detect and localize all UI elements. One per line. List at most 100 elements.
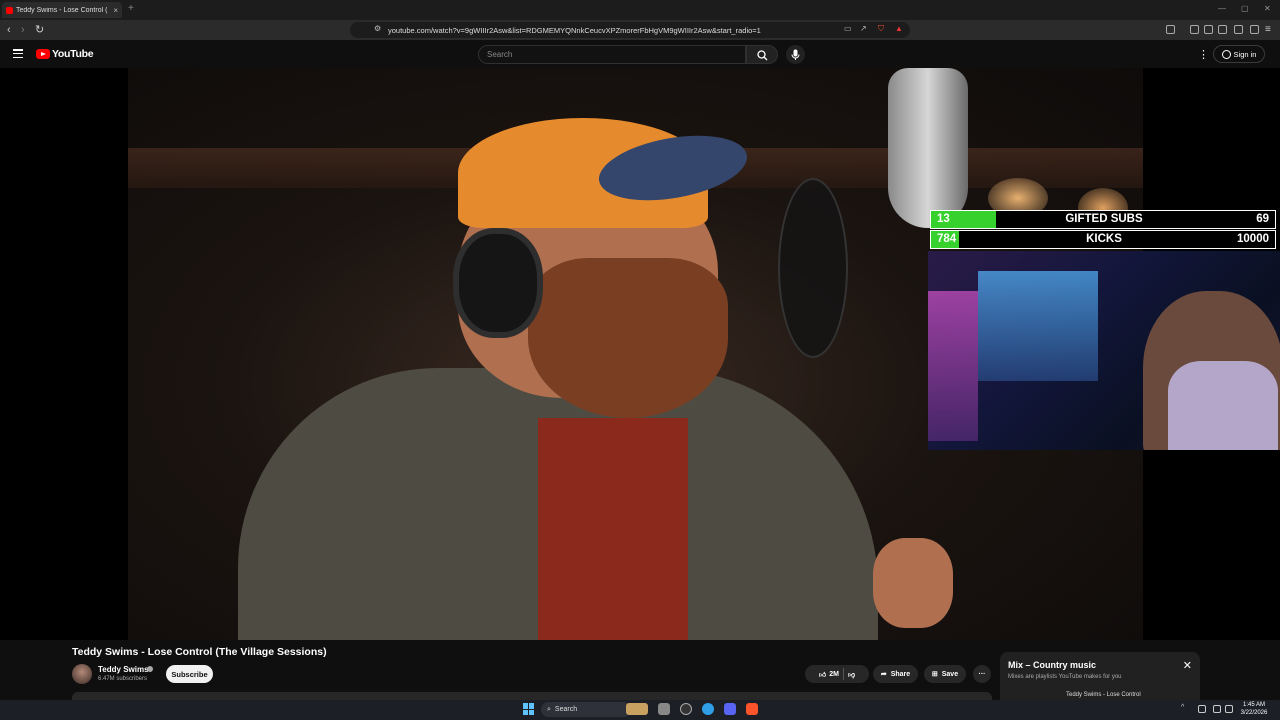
share-icon: ➦ xyxy=(880,671,887,678)
rgb-lighting xyxy=(928,291,978,441)
goal-label: GIFTED SUBS xyxy=(1065,213,1143,225)
window-close-icon[interactable]: ✕ xyxy=(1264,4,1271,13)
like-count: 2M xyxy=(829,670,839,678)
close-icon[interactable]: ✕ xyxy=(1183,659,1192,672)
streamer-shirt xyxy=(1168,361,1278,450)
leo-icon[interactable] xyxy=(1234,25,1243,34)
url-text: youtube.com/watch?v=9gWIIIr2Asw&list=RDG… xyxy=(388,25,761,35)
cast-icon[interactable]: ▭ xyxy=(844,24,852,33)
youtube-logo[interactable]: YouTube xyxy=(36,48,94,60)
channel-avatar[interactable] xyxy=(72,664,92,684)
save-button[interactable]: ⊞ Save xyxy=(924,665,966,683)
goal-label: KICKS xyxy=(1086,233,1122,245)
studio-microphone xyxy=(888,68,968,228)
singer-beard xyxy=(528,258,728,418)
like-dislike-bar: 👍︎ 2M 👎︎ xyxy=(805,665,869,683)
thumbs-up-icon: 👍︎ xyxy=(818,671,827,679)
volume-icon[interactable] xyxy=(1225,705,1233,713)
search-icon: ⌕ xyxy=(547,705,551,713)
share-label: Share xyxy=(890,670,911,678)
clock[interactable]: 1:45 AM 3/22/2026 xyxy=(1234,701,1274,717)
wallet-icon[interactable] xyxy=(1218,25,1227,34)
display-icon[interactable] xyxy=(1213,705,1221,713)
search-icon xyxy=(757,50,768,61)
reader-icon[interactable] xyxy=(1204,25,1213,34)
forward-icon[interactable]: › xyxy=(21,23,25,37)
microphone-icon xyxy=(791,49,800,60)
mix-subtitle: Mixes are playlists YouTube makes for yo… xyxy=(1008,674,1122,680)
network-icon[interactable] xyxy=(1198,705,1206,713)
share-button[interactable]: ➦ Share xyxy=(873,665,918,683)
youtube-favicon-icon xyxy=(6,6,13,14)
taskbar-search-label: Search xyxy=(554,706,578,713)
description-box[interactable] xyxy=(72,692,992,700)
voice-search-button[interactable] xyxy=(786,45,805,64)
browser-menu-icon[interactable]: ≡ xyxy=(1265,23,1271,37)
site-info-icon[interactable]: ⚙︎ xyxy=(374,24,381,33)
search-button[interactable] xyxy=(746,45,778,64)
task-view-icon[interactable] xyxy=(658,703,670,715)
playlist-item[interactable]: Teddy Swims - Lose Control xyxy=(1066,692,1141,698)
hamburger-menu-icon[interactable] xyxy=(13,49,23,59)
youtube-play-icon xyxy=(36,49,50,59)
subscriber-count: 6.47M subscribers xyxy=(98,676,148,682)
youtube-wordmark: YouTube xyxy=(52,48,94,60)
dislike-button[interactable]: 👎︎ xyxy=(848,670,855,679)
singer-shirt xyxy=(538,418,688,640)
browser-tab-bar: Teddy Swims - Lose Control ( × + — ▢ ✕ xyxy=(0,0,1280,20)
webcam-overlay xyxy=(928,251,1280,450)
windows-taskbar: ⌕ Search ^ 1:45 AM 3/22/2026 xyxy=(0,700,1280,720)
video-title: Teddy Swims - Lose Control (The Village … xyxy=(72,646,327,658)
clock-date: 3/22/2026 xyxy=(1240,710,1268,716)
account-icon xyxy=(1221,49,1231,59)
bookmark-add-icon: ⊞ xyxy=(931,671,938,678)
verified-icon xyxy=(147,666,153,672)
divider xyxy=(842,668,844,680)
browser-tab[interactable]: Teddy Swims - Lose Control ( × xyxy=(2,2,122,18)
mix-playlist-panel: Mix – Country music Mixes are playlists … xyxy=(1000,652,1200,700)
settings-menu-icon[interactable]: ⋮ xyxy=(1198,48,1209,61)
mix-title: Mix – Country music xyxy=(1008,660,1097,670)
brave-icon[interactable] xyxy=(746,703,758,715)
vpn-icon[interactable] xyxy=(1250,25,1259,34)
like-button[interactable]: 👍︎ 2M xyxy=(819,670,839,679)
save-label: Save xyxy=(941,670,959,678)
taskbar-search[interactable]: ⌕ Search xyxy=(541,702,631,717)
more-actions-button[interactable]: ··· xyxy=(973,665,991,683)
maximize-icon[interactable]: ▢ xyxy=(1241,4,1249,13)
goal-target: 69 xyxy=(1256,213,1269,225)
brave-rewards-icon[interactable]: ▲ xyxy=(895,24,903,33)
github-icon[interactable] xyxy=(680,703,692,715)
thumbs-down-icon: 👎︎ xyxy=(847,671,856,679)
singer-hand xyxy=(873,538,953,628)
headphones xyxy=(453,228,543,338)
sign-in-button[interactable]: Sign in xyxy=(1213,45,1265,63)
back-icon[interactable]: ‹ xyxy=(7,23,11,37)
share-page-icon[interactable]: ↗ xyxy=(860,24,867,33)
tab-title: Teddy Swims - Lose Control ( xyxy=(16,6,108,14)
pc-case xyxy=(978,271,1098,381)
channel-name[interactable]: Teddy Swims xyxy=(98,665,149,674)
new-tab-button[interactable]: + xyxy=(128,3,134,14)
widget-icon[interactable] xyxy=(626,703,648,715)
stream-goal-overlay: 13 GIFTED SUBS 69 784 KICKS 10000 xyxy=(930,210,1276,250)
discord-icon[interactable] xyxy=(724,703,736,715)
music-icon[interactable] xyxy=(1190,25,1199,34)
minimize-icon[interactable]: — xyxy=(1218,4,1226,13)
sign-in-label: Sign in xyxy=(1233,49,1257,59)
sidebar-toggle-icon[interactable] xyxy=(1166,25,1175,34)
windows-start-icon[interactable] xyxy=(523,703,535,715)
edge-icon[interactable] xyxy=(702,703,714,715)
brave-shield-icon[interactable]: ⛉ xyxy=(878,24,884,34)
tray-overflow-icon[interactable]: ^ xyxy=(1181,704,1189,712)
search-input[interactable]: Search xyxy=(478,45,746,64)
reload-icon[interactable]: ↻ xyxy=(35,23,44,37)
subscribe-button[interactable]: Subscribe xyxy=(166,665,213,683)
browser-nav-bar: ‹ › ↻ 🔖︎ youtube.com/watch?v=9gWIIIr2Asw… xyxy=(0,20,1280,40)
address-bar[interactable]: youtube.com/watch?v=9gWIIIr2Asw&list=RDG… xyxy=(350,22,910,38)
tab-close-icon[interactable]: × xyxy=(113,6,118,15)
goal-target: 10000 xyxy=(1237,233,1269,245)
gifted-subs-goal: 13 GIFTED SUBS 69 xyxy=(930,210,1276,229)
youtube-header: YouTube Search ⋮ Sign in xyxy=(0,40,1280,68)
kicks-goal: 784 KICKS 10000 xyxy=(930,230,1276,249)
